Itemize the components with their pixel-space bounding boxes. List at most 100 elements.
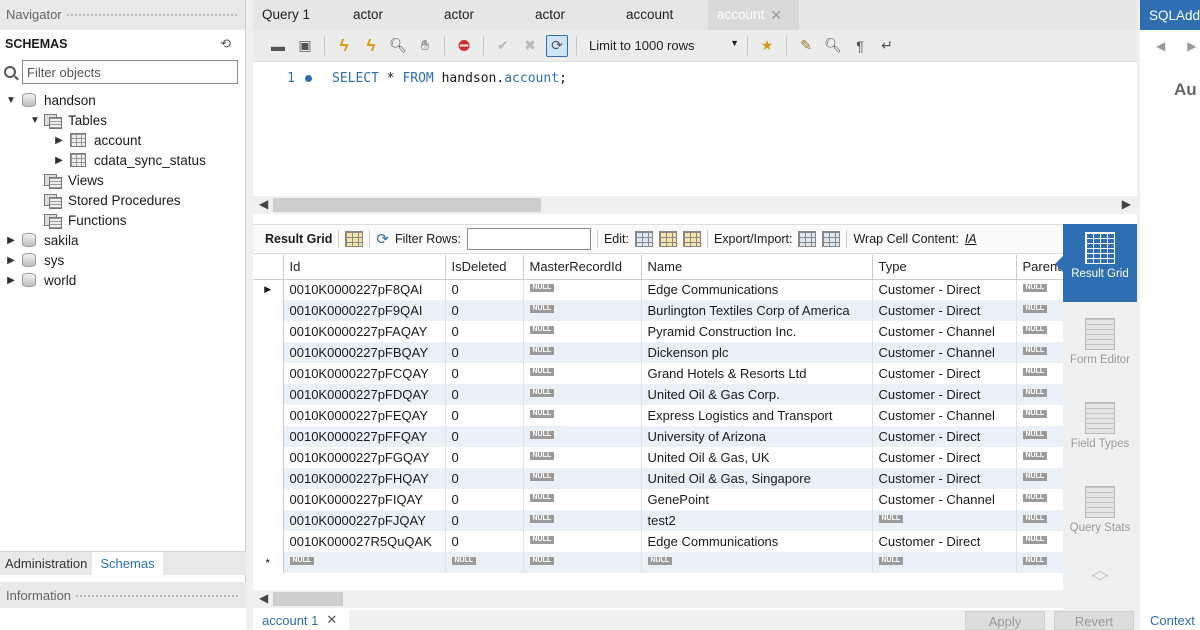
masterrecordid-cell[interactable]: NULL xyxy=(523,468,642,489)
expanded-arrow-icon[interactable]: ▼ xyxy=(28,115,42,126)
add-snippet-icon[interactable]: ★ xyxy=(756,35,778,57)
limit-rows-select[interactable]: Limit to 1000 rows ▼ xyxy=(589,38,739,53)
type-cell[interactable]: Customer - Channel xyxy=(872,321,1017,342)
name-cell[interactable]: Grand Hotels & Resorts Ltd xyxy=(641,363,873,384)
name-cell[interactable]: Dickenson plc xyxy=(641,342,873,363)
name-cell[interactable]: test2 xyxy=(641,510,873,531)
tree-node-cdata-sync-status[interactable]: ▶ cdata_sync_status xyxy=(0,150,245,170)
field-types-mode-button[interactable]: Field Types xyxy=(1063,402,1137,451)
apply-button[interactable]: Apply xyxy=(965,611,1045,630)
drag-grip[interactable] xyxy=(65,13,239,17)
table-row[interactable]: 0010K0000227pFBQAY 0 NULL Dickenson plc … xyxy=(253,342,1063,363)
tab-query-1[interactable]: Query 1 xyxy=(253,0,344,30)
scrollbar-thumb[interactable] xyxy=(273,198,541,212)
name-cell[interactable]: United Oil & Gas Corp. xyxy=(641,384,873,405)
table-row[interactable]: 0010K0000227pFCQAY 0 NULL Grand Hotels &… xyxy=(253,363,1063,384)
name-cell[interactable]: Burlington Textiles Corp of America xyxy=(641,300,873,321)
type-cell[interactable]: Customer - Direct xyxy=(872,363,1017,384)
tree-node-stored-procedures[interactable]: Stored Procedures xyxy=(0,190,245,210)
parentid-cell[interactable]: NULL xyxy=(1016,426,1063,447)
row-header[interactable] xyxy=(253,405,284,426)
execute-current-icon[interactable]: ϟ xyxy=(360,35,382,57)
column-header[interactable]: MasterRecordId xyxy=(523,255,642,280)
import-icon[interactable] xyxy=(822,231,841,247)
isdeleted-cell[interactable]: 0 xyxy=(445,384,524,405)
column-header[interactable]: Id xyxy=(283,255,446,280)
expanded-arrow-icon[interactable]: ▼ xyxy=(4,95,18,106)
refresh-icon[interactable]: ⟳ xyxy=(376,230,389,248)
result-grid-mode-button[interactable]: Result Grid xyxy=(1055,224,1137,302)
id-cell[interactable]: NULL xyxy=(283,552,446,573)
table-row[interactable]: 0010K000027R5QuQAK 0 NULL Edge Communica… xyxy=(253,531,1063,552)
drag-grip[interactable] xyxy=(75,594,240,598)
table-row[interactable]: 0010K0000227pFAQAY 0 NULL Pyramid Constr… xyxy=(253,321,1063,342)
wrap-cell-icon[interactable]: IA xyxy=(965,232,977,246)
table-row[interactable]: 0010K0000227pFHQAY 0 NULL United Oil & G… xyxy=(253,468,1063,489)
beautify-icon[interactable]: ✎ xyxy=(795,35,817,57)
parentid-cell[interactable]: NULL xyxy=(1016,279,1063,300)
masterrecordid-cell[interactable]: NULL xyxy=(523,447,642,468)
name-cell[interactable]: GenePoint xyxy=(641,489,873,510)
table-row[interactable]: 0010K0000227pFJQAY 0 NULL test2 NULL NUL… xyxy=(253,510,1063,531)
scrollbar-thumb[interactable] xyxy=(273,592,343,606)
id-cell[interactable]: 0010K0000227pFGQAY xyxy=(283,447,446,468)
explain-icon[interactable]: 🔍︎ xyxy=(387,35,409,57)
autocommit-icon[interactable]: ⟳ xyxy=(546,34,568,57)
masterrecordid-cell[interactable]: NULL xyxy=(523,384,642,405)
masterrecordid-cell[interactable]: NULL xyxy=(523,300,642,321)
tab-schemas[interactable]: Schemas xyxy=(92,552,163,575)
name-cell[interactable]: Edge Communications xyxy=(641,531,873,552)
row-header[interactable] xyxy=(253,321,284,342)
isdeleted-cell[interactable]: 0 xyxy=(445,363,524,384)
execute-icon[interactable]: ϟ xyxy=(333,35,355,57)
isdeleted-cell[interactable]: 0 xyxy=(445,531,524,552)
column-header[interactable]: IsDeleted xyxy=(445,255,524,280)
collapsed-arrow-icon[interactable]: ▶ xyxy=(4,235,18,246)
collapsed-arrow-icon[interactable]: ▶ xyxy=(52,155,66,166)
open-file-icon[interactable]: ▬ xyxy=(267,35,289,57)
table-row[interactable]: 0010K0000227pFFQAY 0 NULL University of … xyxy=(253,426,1063,447)
id-cell[interactable]: 0010K0000227pFAQAY xyxy=(283,321,446,342)
stop-on-error-icon[interactable]: ⛔︎ xyxy=(453,35,475,57)
revert-button[interactable]: Revert xyxy=(1054,611,1134,630)
parentid-cell[interactable]: NULL xyxy=(1016,363,1063,384)
table-row[interactable]: 0010K0000227pFDQAY 0 NULL United Oil & G… xyxy=(253,384,1063,405)
row-header[interactable]: ▶ xyxy=(253,279,284,300)
tab-account[interactable]: account xyxy=(617,0,708,30)
result-tab-account-1[interactable]: account 1 ✕ xyxy=(253,610,349,630)
row-header[interactable] xyxy=(253,426,284,447)
isdeleted-cell[interactable]: NULL xyxy=(445,552,524,573)
parentid-cell[interactable]: NULL xyxy=(1016,552,1063,573)
tree-node-account[interactable]: ▶ account xyxy=(0,130,245,150)
masterrecordid-cell[interactable]: NULL xyxy=(523,405,642,426)
type-cell[interactable]: Customer - Channel xyxy=(872,405,1017,426)
close-icon[interactable]: ✕ xyxy=(770,0,782,30)
stop-icon[interactable]: ✋︎ xyxy=(414,35,436,57)
name-cell[interactable]: United Oil & Gas, Singapore xyxy=(641,468,873,489)
tree-node-world[interactable]: ▶ world xyxy=(0,270,245,290)
row-header[interactable] xyxy=(253,447,284,468)
filter-rows-input[interactable] xyxy=(466,228,591,250)
export-icon[interactable] xyxy=(798,231,817,247)
sql-additions-title[interactable]: SQLAdditions xyxy=(1140,0,1200,30)
id-cell[interactable]: 0010K0000227pFHQAY xyxy=(283,468,446,489)
parentid-cell[interactable]: NULL xyxy=(1016,531,1063,552)
save-icon[interactable]: ▣ xyxy=(294,35,316,57)
grid-horizontal-scrollbar[interactable]: ◀ xyxy=(253,590,1137,608)
wrap-lines-icon[interactable]: ↵ xyxy=(876,35,898,57)
isdeleted-cell[interactable]: 0 xyxy=(445,342,524,363)
insert-row-icon[interactable] xyxy=(658,231,677,247)
type-cell[interactable]: Customer - Direct xyxy=(872,279,1017,300)
parentid-cell[interactable]: NULL xyxy=(1016,447,1063,468)
id-cell[interactable]: 0010K0000227pFIQAY xyxy=(283,489,446,510)
tree-node-handson[interactable]: ▼ handson xyxy=(0,90,245,110)
name-cell[interactable]: Edge Communications xyxy=(641,279,873,300)
parentid-cell[interactable]: NULL xyxy=(1016,405,1063,426)
table-row[interactable]: 0010K0000227pF9QAI 0 NULL Burlington Tex… xyxy=(253,300,1063,321)
row-header[interactable] xyxy=(253,300,284,321)
scroll-left-icon[interactable]: ◀ xyxy=(259,197,268,211)
row-header[interactable]: * xyxy=(253,552,284,573)
masterrecordid-cell[interactable]: NULL xyxy=(523,363,642,384)
tab-context[interactable]: Context xyxy=(1150,613,1195,628)
id-cell[interactable]: 0010K0000227pFBQAY xyxy=(283,342,446,363)
